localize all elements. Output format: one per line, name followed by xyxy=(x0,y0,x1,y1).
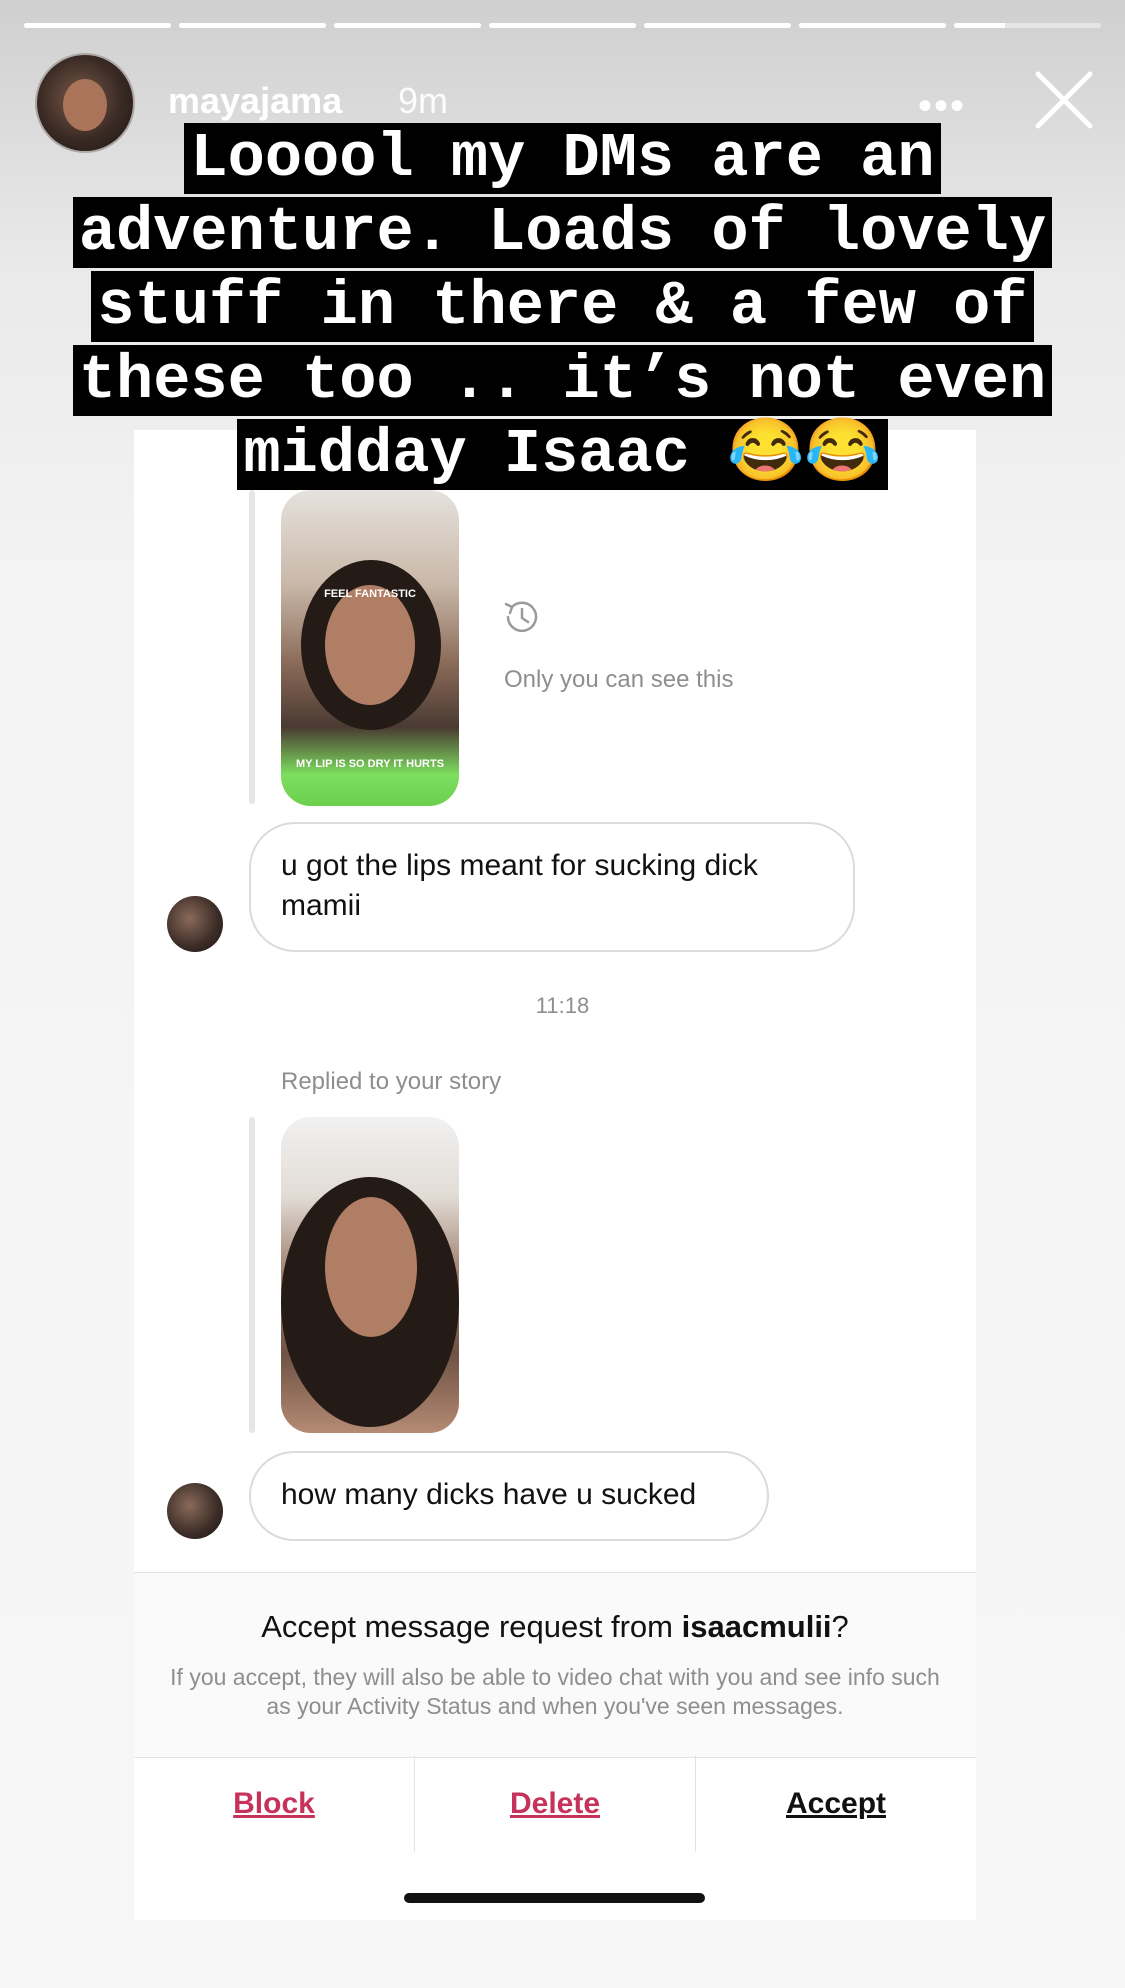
caption-line: these too .. it’s not even xyxy=(0,344,1125,418)
message-timestamp: 11:18 xyxy=(535,993,590,1018)
reply-bar xyxy=(249,490,255,804)
block-button[interactable]: Block xyxy=(134,1756,414,1852)
caption-line: midday Isaac 😂😂 xyxy=(0,418,1125,492)
story-progress-segment xyxy=(954,23,1101,28)
history-icon xyxy=(504,601,538,633)
message-bubble[interactable]: how many dicks have u sucked xyxy=(249,1451,769,1541)
message-request-title: Accept message request from isaacmulii? xyxy=(261,1609,849,1644)
accept-button[interactable]: Accept xyxy=(695,1756,976,1852)
story-progress-segment xyxy=(489,23,636,28)
story-top-text: FEEL FANTASTIC xyxy=(324,588,416,600)
story-progress-segment xyxy=(334,23,481,28)
message-bubble[interactable]: u got the lips meant for sucking dick ma… xyxy=(249,822,855,952)
story-time: 9m xyxy=(398,80,449,121)
username[interactable]: mayajama xyxy=(168,80,342,122)
caption-line: Looool my DMs are an xyxy=(0,122,1125,196)
story-progress-segment xyxy=(644,23,791,28)
delete-button[interactable]: Delete xyxy=(414,1756,695,1852)
replied-to-story-label: Replied to your story xyxy=(281,1068,502,1095)
caption-line: stuff in there & a few of xyxy=(0,270,1125,344)
requester-username[interactable]: isaacmulii xyxy=(682,1609,832,1644)
home-indicator[interactable] xyxy=(404,1893,705,1903)
only-you-note: Only you can see this xyxy=(504,666,734,693)
message-request-description: If you accept, they will also be able to… xyxy=(170,1664,940,1719)
caption-line: adventure. Loads of lovely xyxy=(0,196,1125,270)
story-progress-segment xyxy=(799,23,946,28)
story-caption: Looool my DMs are an adventure. Loads of … xyxy=(0,122,1125,492)
request-actions: Block Delete Accept xyxy=(134,1756,976,1852)
story-progress xyxy=(24,23,1101,28)
story-progress-segment xyxy=(24,23,171,28)
story-bottom-text: MY LIP IS SO DRY IT HURTS xyxy=(295,758,445,770)
story-thumbnail[interactable] xyxy=(281,1117,459,1433)
message-request-panel: Accept message request from isaacmulii? … xyxy=(134,1572,976,1758)
story-progress-segment xyxy=(179,23,326,28)
sender-avatar[interactable] xyxy=(167,1483,223,1539)
sender-avatar[interactable] xyxy=(167,896,223,952)
story-thumbnail[interactable]: FEEL FANTASTIC MY LIP IS SO DRY IT HURTS xyxy=(281,490,459,806)
reply-bar xyxy=(249,1117,255,1433)
